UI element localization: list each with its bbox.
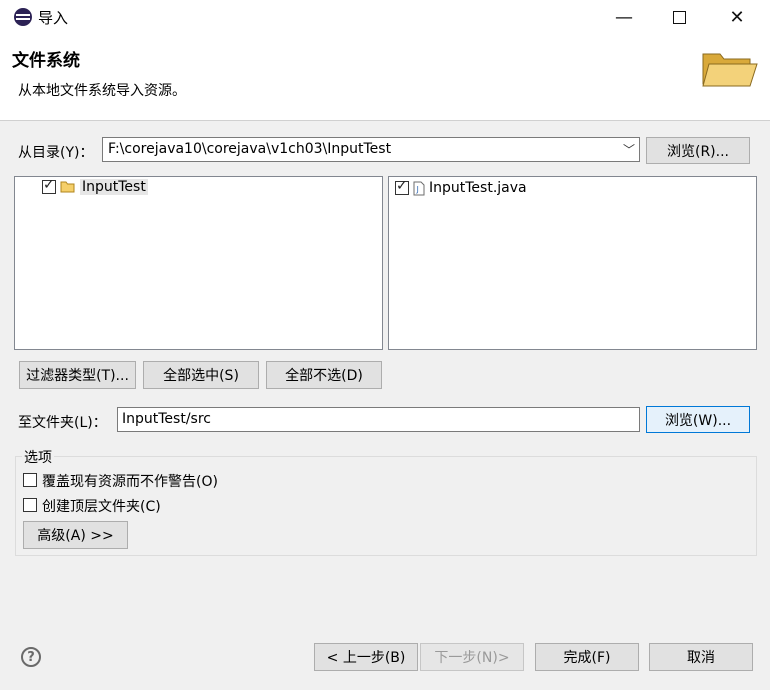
- page-title: 文件系统: [12, 51, 80, 71]
- overwrite-label[interactable]: 覆盖现有资源而不作警告(O): [42, 471, 218, 491]
- select-all-button[interactable]: 全部选中(S): [143, 361, 259, 389]
- close-icon: ✕: [729, 6, 745, 28]
- from-dir-combo[interactable]: F:\corejava10\corejava\v1ch03\InputTest …: [102, 137, 640, 162]
- options-title: 选项: [22, 447, 54, 467]
- tree-item-checkbox[interactable]: [42, 177, 56, 194]
- file-item-checkbox[interactable]: [395, 178, 409, 195]
- eclipse-app-icon: [14, 8, 32, 26]
- advanced-button[interactable]: 高级(A) >>: [23, 521, 128, 549]
- close-button[interactable]: ✕: [714, 0, 760, 34]
- folder-icon: [60, 181, 75, 193]
- folder-open-icon: [702, 53, 758, 87]
- title-bar: [0, 0, 770, 34]
- maximize-button[interactable]: [656, 0, 702, 34]
- help-icon[interactable]: ?: [21, 647, 41, 667]
- create-top-folder-label[interactable]: 创建顶层文件夹(C): [42, 496, 161, 516]
- from-dir-label: 从目录(Y)：: [18, 145, 94, 161]
- svg-text:J: J: [416, 185, 419, 194]
- maximize-icon: [672, 10, 686, 24]
- back-button[interactable]: < 上一步(B): [314, 643, 418, 671]
- browse-into-button[interactable]: 浏览(W)...: [646, 406, 750, 433]
- tree-item-label[interactable]: InputTest: [80, 179, 148, 195]
- page-description: 从本地文件系统导入资源。: [18, 83, 186, 99]
- overwrite-checkbox[interactable]: [23, 473, 37, 487]
- chevron-down-icon[interactable]: ﹀: [623, 141, 635, 158]
- create-top-folder-checkbox[interactable]: [23, 498, 37, 512]
- into-folder-label: 至文件夹(L)：: [18, 415, 107, 431]
- deselect-all-button[interactable]: 全部不选(D): [266, 361, 382, 389]
- tree-item[interactable]: InputTest: [42, 177, 148, 195]
- browse-from-button[interactable]: 浏览(R)...: [646, 137, 750, 164]
- minimize-button[interactable]: —: [601, 0, 647, 34]
- finish-button[interactable]: 完成(F): [535, 643, 639, 671]
- file-list-panel: [388, 176, 757, 350]
- window-title: 导入: [38, 9, 69, 27]
- next-button[interactable]: 下一步(N)>: [420, 643, 524, 671]
- file-item-label[interactable]: InputTest.java: [429, 180, 527, 196]
- java-file-icon: J: [413, 181, 425, 195]
- from-dir-value: F:\corejava10\corejava\v1ch03\InputTest: [108, 141, 392, 157]
- cancel-button[interactable]: 取消: [649, 643, 753, 671]
- into-folder-input[interactable]: InputTest/src: [117, 407, 640, 432]
- folder-tree-panel: [14, 176, 383, 350]
- minimize-icon: —: [615, 6, 633, 28]
- filter-types-button[interactable]: 过滤器类型(T)...: [19, 361, 136, 389]
- wizard-header: [0, 34, 770, 121]
- file-item[interactable]: J InputTest.java: [395, 178, 527, 196]
- into-folder-value: InputTest/src: [122, 411, 211, 427]
